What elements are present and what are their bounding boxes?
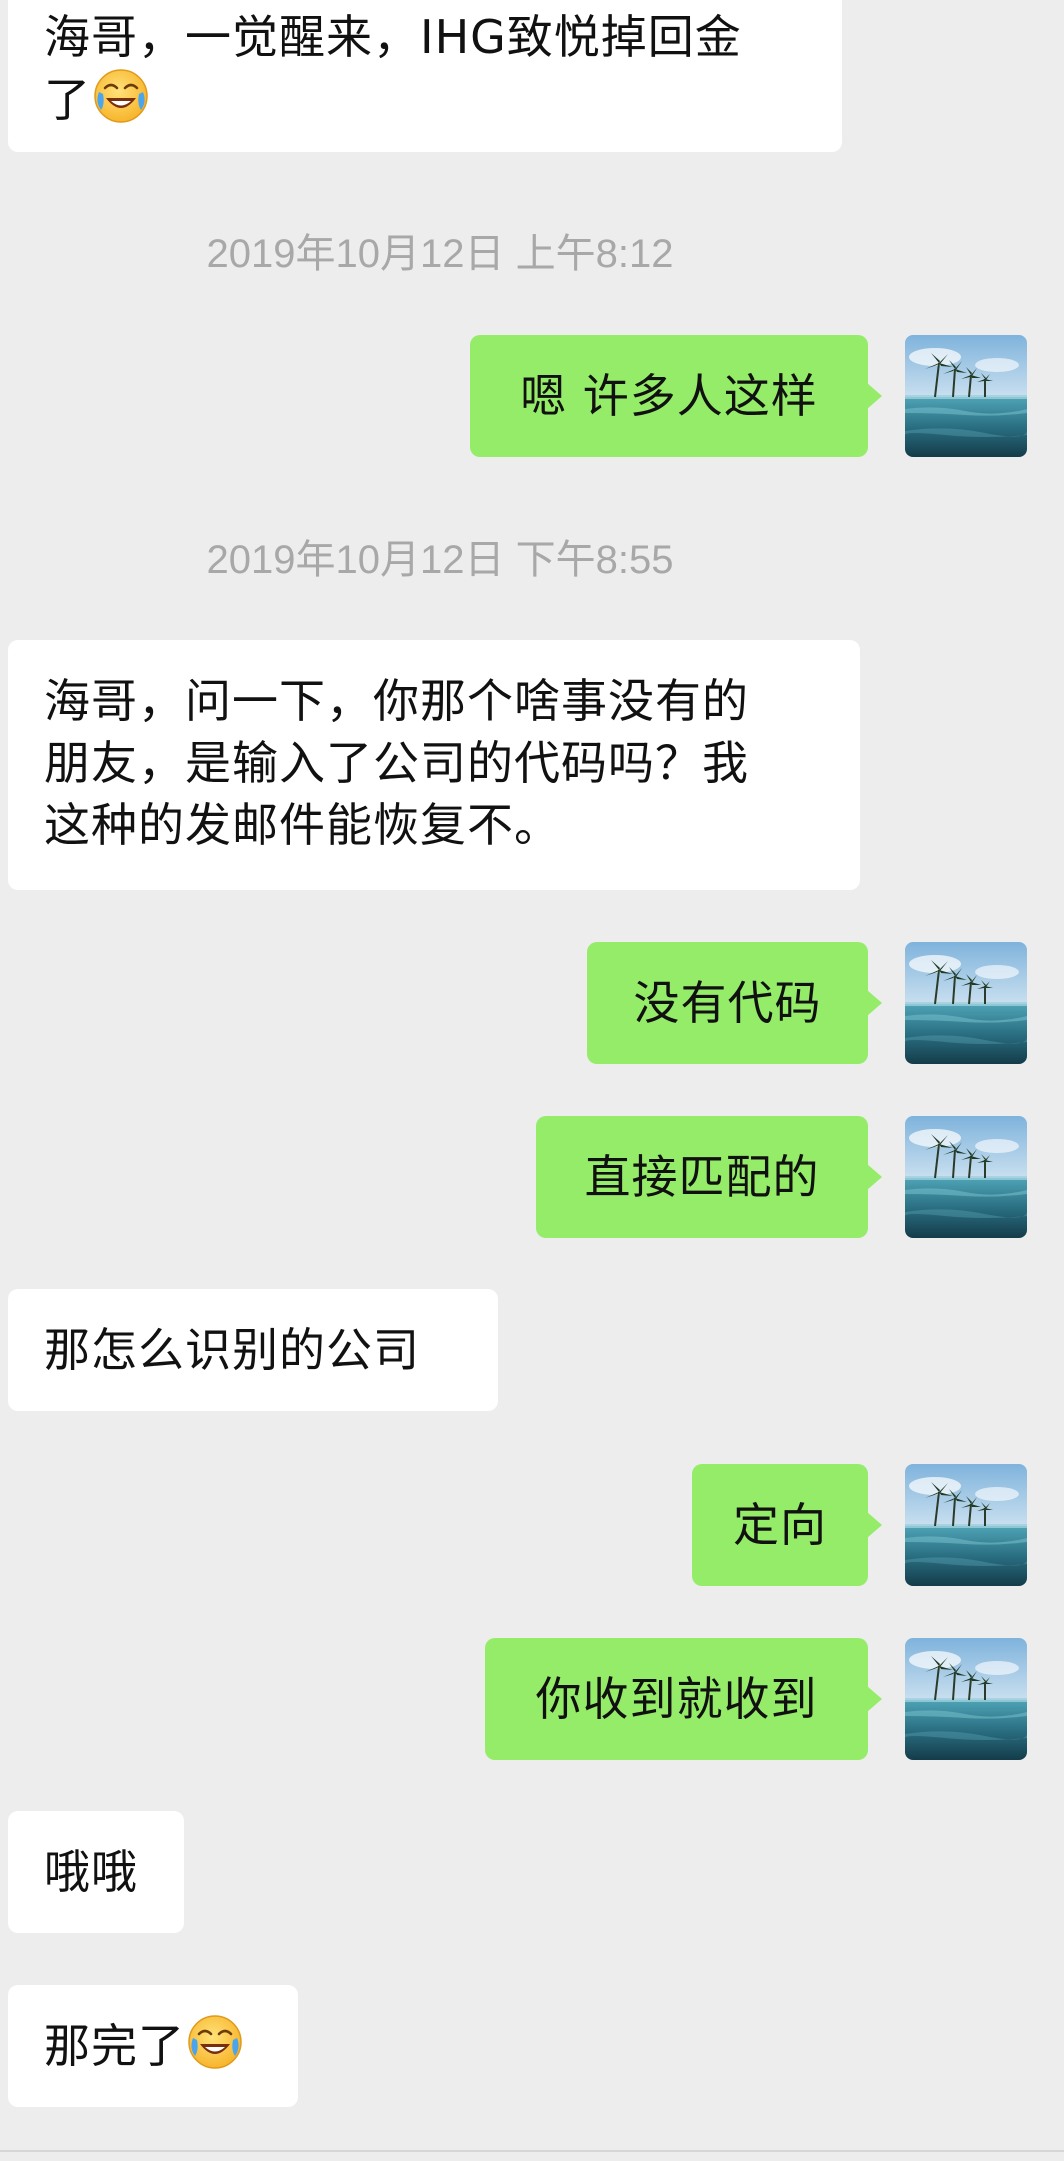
- timestamp: 2019年10月12日 下午8:55: [206, 538, 674, 582]
- divider: [0, 2150, 1064, 2152]
- message-bubble-sent[interactable]: 没有代码: [587, 942, 882, 1064]
- message-text-line: 朋友，是输入了公司的代码吗？我: [44, 736, 749, 790]
- avatar-infinity-pool-icon: [905, 1638, 1027, 1760]
- message-text-line: 海哥，一觉醒来，IHG致悦掉回金: [44, 10, 742, 64]
- avatar-infinity-pool-icon: [905, 1464, 1027, 1586]
- avatar[interactable]: [905, 942, 1027, 1064]
- avatar-infinity-pool-icon: [905, 1116, 1027, 1238]
- message-text: 那完了: [44, 2019, 185, 2073]
- crying-laughing-emoji-icon: [93, 68, 149, 124]
- chat-area[interactable]: 海哥，一觉醒来，IHG致悦掉回金 了 2019年10月12日 上午8:12 嗯 …: [0, 0, 1064, 2161]
- message-text: 嗯 许多人这样: [520, 369, 818, 423]
- message-bubble-received[interactable]: 那怎么识别的公司: [8, 1289, 498, 1411]
- crying-laughing-emoji-icon: [187, 1993, 243, 2049]
- message-text-line: 这种的发邮件能恢复不。: [44, 798, 561, 852]
- message-text: 没有代码: [633, 976, 822, 1030]
- avatar[interactable]: [905, 1116, 1027, 1238]
- message-bubble-received[interactable]: 海哥，问一下，你那个啥事没有的 朋友，是输入了公司的代码吗？我 这种的发邮件能恢…: [8, 640, 860, 890]
- message-text: 你收到就收到: [535, 1672, 818, 1726]
- avatar[interactable]: [905, 1464, 1027, 1586]
- avatar-infinity-pool-icon: [905, 942, 1027, 1064]
- message-bubble-sent[interactable]: 嗯 许多人这样: [470, 335, 882, 457]
- message-text: 定向: [733, 1498, 827, 1552]
- message-bubble-received[interactable]: 海哥，一觉醒来，IHG致悦掉回金 了: [8, 0, 842, 152]
- message-bubble-sent[interactable]: 定向: [692, 1464, 882, 1586]
- avatar[interactable]: [905, 335, 1027, 457]
- message-text: 哦哦: [44, 1845, 138, 1899]
- message-bubble-sent[interactable]: 直接匹配的: [536, 1116, 882, 1238]
- message-text-line: 海哥，问一下，你那个啥事没有的: [44, 674, 749, 728]
- message-bubble-received[interactable]: 哦哦: [8, 1811, 184, 1933]
- message-bubble-sent[interactable]: 你收到就收到: [485, 1638, 882, 1760]
- avatar[interactable]: [905, 1638, 1027, 1760]
- message-text: 那怎么识别的公司: [44, 1323, 420, 1377]
- avatar-infinity-pool-icon: [905, 335, 1027, 457]
- timestamp: 2019年10月12日 上午8:12: [206, 232, 674, 276]
- message-text-line: 了: [44, 68, 806, 131]
- message-text: 直接匹配的: [584, 1150, 820, 1204]
- message-bubble-received[interactable]: 那完了: [8, 1985, 298, 2107]
